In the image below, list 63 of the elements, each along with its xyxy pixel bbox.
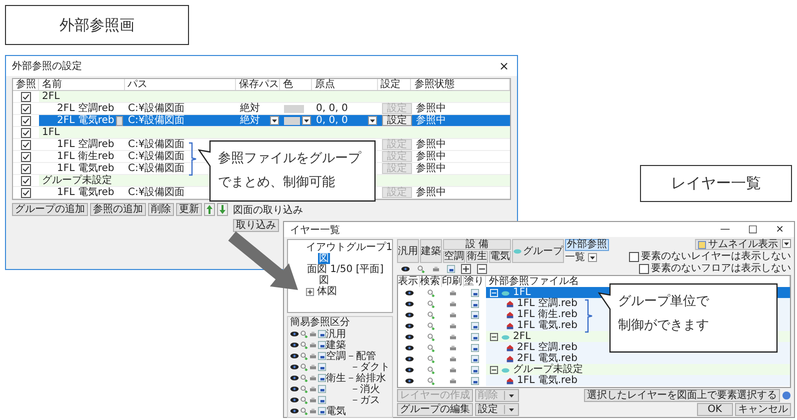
file-name: 1FL 衛生reb bbox=[57, 151, 114, 162]
import-label: 図面の取り込み bbox=[233, 204, 303, 217]
column-header: 表示 bbox=[398, 276, 420, 287]
window-title: イヤー一覧 bbox=[290, 224, 340, 236]
panel-title: 簡易参照区分 bbox=[290, 317, 351, 328]
status-text: 参照中 bbox=[416, 187, 446, 198]
file-path: C:¥設備図面 bbox=[128, 163, 185, 174]
file-name: 2FL 空調reb bbox=[57, 103, 114, 114]
status-text: 参照中 bbox=[416, 103, 446, 114]
origin-value: 0, 0, 0 bbox=[316, 115, 348, 126]
group-name: 1FL bbox=[41, 127, 60, 138]
layer-name: 1FL bbox=[513, 287, 531, 298]
group-name: グループ未設定 bbox=[41, 175, 112, 186]
file-path: C:¥設備図面 bbox=[128, 103, 185, 114]
category-label: 建築 bbox=[326, 338, 346, 350]
origin-value: 0, 0, 0 bbox=[316, 103, 348, 114]
view-label: 一覧 bbox=[565, 252, 585, 263]
category-label: －ダクト bbox=[349, 360, 390, 372]
file-name: 2FL 電気reb bbox=[57, 115, 114, 126]
layer-name: 1FL 衛生.reb bbox=[517, 309, 578, 320]
column-header: 印刷 bbox=[442, 276, 464, 287]
column-header: 検索 bbox=[420, 276, 442, 287]
layer-name: 1FL 電気.reb bbox=[517, 375, 578, 386]
file-path: C:¥設備図面 bbox=[128, 187, 185, 198]
layer-name: 2FL 電気.reb bbox=[517, 353, 578, 364]
column-header: パス bbox=[124, 79, 236, 90]
status-text: 参照中 bbox=[416, 151, 446, 162]
category-label: 電気 bbox=[326, 404, 346, 418]
column-header: 保存パス bbox=[236, 79, 280, 90]
category-label: －消火 bbox=[349, 382, 380, 396]
group-name: 2FL bbox=[41, 91, 60, 102]
file-path: C:¥設備図面 bbox=[128, 115, 185, 126]
option-label: 要素のないレイヤーは表示しない bbox=[641, 251, 791, 262]
layer-name: 2FL bbox=[513, 331, 531, 342]
category-label: －ガス bbox=[349, 394, 380, 406]
layer-name: 2FL 空調.reb bbox=[517, 342, 578, 353]
column-header: 名前 bbox=[38, 79, 124, 90]
file-name: 1FL 電気reb bbox=[57, 187, 114, 198]
status-text: 参照中 bbox=[416, 163, 446, 174]
status-text: 参照中 bbox=[416, 115, 446, 126]
file-path: C:¥設備図面 bbox=[128, 151, 185, 162]
file-path: C:¥設備図面 bbox=[128, 139, 185, 150]
save-path: 絶対 bbox=[240, 115, 260, 126]
column-header: 原点 bbox=[312, 79, 378, 90]
heading-label: 外部参照画 bbox=[5, 5, 189, 45]
window-title: 外部参照の設定 bbox=[12, 60, 82, 73]
column-header: 色 bbox=[280, 79, 312, 90]
column-header: 塗り bbox=[464, 276, 486, 287]
layer-name: 1FL 空調.reb bbox=[517, 298, 578, 309]
layer-name: 1FL 電気.reb bbox=[517, 320, 578, 331]
file-name: 1FL 電気reb bbox=[57, 163, 114, 174]
status-text: 参照中 bbox=[416, 139, 446, 150]
column-header: 参照 bbox=[13, 79, 39, 90]
category-label: 空調－配管 bbox=[326, 350, 376, 362]
category-label: 汎用 bbox=[326, 328, 346, 340]
save-path: 絶対 bbox=[240, 103, 260, 114]
category-label: 衛生－給排水 bbox=[326, 372, 386, 384]
file-name: 1FL 空調reb bbox=[57, 139, 114, 150]
column-header: 参照状態 bbox=[411, 79, 510, 90]
layer-name: グループ未設定 bbox=[513, 364, 583, 375]
option-label: 要素のないフロアは表示しない bbox=[651, 263, 791, 274]
section-label: レイヤー一覧 bbox=[640, 165, 792, 202]
column-header: 設定 bbox=[378, 79, 412, 90]
